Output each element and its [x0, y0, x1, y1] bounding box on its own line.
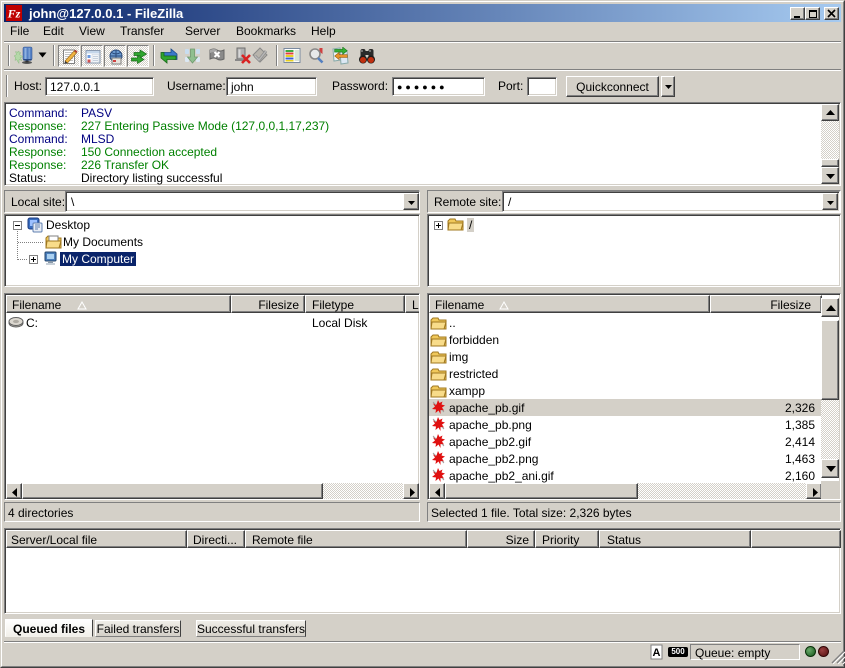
svg-text:A: A: [653, 647, 661, 659]
svg-text:Fz: Fz: [7, 7, 21, 21]
